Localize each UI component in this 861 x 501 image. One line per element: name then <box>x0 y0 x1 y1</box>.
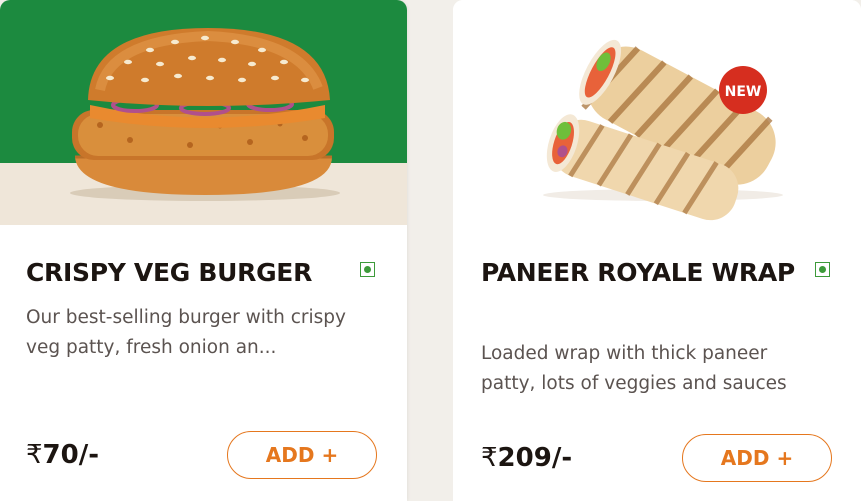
product-title: PANEER ROYALE WRAP <box>481 258 795 287</box>
burger-image[interactable] <box>0 0 407 225</box>
veg-indicator-icon <box>360 262 375 277</box>
product-price: ₹70/- <box>26 439 99 471</box>
product-card-paneer-royale-wrap[interactable]: NEW PANEER ROYALE WRAP Loaded wrap with … <box>453 0 861 501</box>
currency-symbol: ₹ <box>26 440 43 470</box>
product-description: Our best-selling burger with crispy veg … <box>26 307 346 358</box>
price-value: 209/- <box>497 443 573 473</box>
add-to-cart-button[interactable]: ADD + <box>227 431 377 479</box>
new-badge: NEW <box>725 84 762 100</box>
burger-illustration <box>0 0 407 225</box>
price-value: 70/- <box>42 440 100 470</box>
currency-symbol: ₹ <box>481 443 498 473</box>
product-title: CRISPY VEG BURGER <box>26 258 313 287</box>
product-price: ₹209/- <box>481 442 572 474</box>
product-card-crispy-veg-burger[interactable]: CRISPY VEG BURGER Our best-selling burge… <box>0 0 407 501</box>
wrap-image[interactable]: NEW <box>453 0 861 225</box>
wrap-illustration: NEW <box>453 0 861 225</box>
add-to-cart-button[interactable]: ADD + <box>682 434 832 482</box>
product-description: Loaded wrap with thick paneer patty, lot… <box>481 343 787 394</box>
veg-indicator-icon <box>815 262 830 277</box>
